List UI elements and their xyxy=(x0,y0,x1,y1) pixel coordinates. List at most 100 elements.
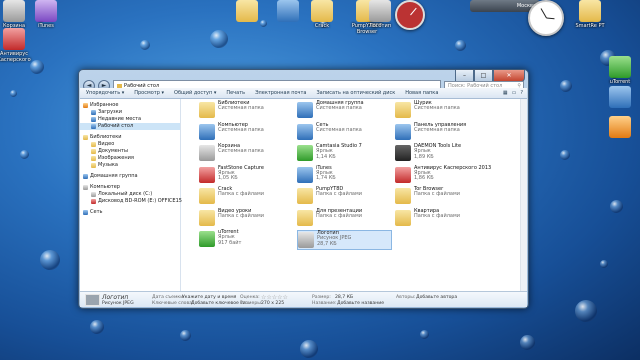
view-options-icon[interactable]: ▦ xyxy=(503,90,508,96)
file-meta: Системная папка xyxy=(218,126,264,133)
file-item[interactable]: Панель управления Системная папка xyxy=(395,122,490,143)
nav-item[interactable]: Локальный диск (C:) xyxy=(80,191,180,198)
water-drop xyxy=(140,40,150,50)
app-icon xyxy=(3,0,25,22)
nav-icon xyxy=(83,185,88,190)
toolbar-button[interactable]: Просмотр ▾ xyxy=(134,90,164,96)
toolbar-button[interactable]: Печать xyxy=(226,90,245,96)
preview-pane-icon[interactable]: ▭ xyxy=(512,90,517,96)
file-item[interactable]: Компьютер Системная папка xyxy=(199,122,294,143)
file-item[interactable]: Корзина Системная папка xyxy=(199,143,294,164)
toolbar-button[interactable]: Новая папка xyxy=(405,90,438,96)
file-item[interactable]: Логотип Рисунок JPEG 28,7 КБ xyxy=(297,230,392,250)
file-item[interactable]: Шурик Системная папка xyxy=(395,100,490,121)
desktop-icon[interactable] xyxy=(225,0,269,23)
file-meta: 1,74 КБ xyxy=(316,175,336,182)
nav-item[interactable]: Загрузки xyxy=(80,109,180,116)
file-icon xyxy=(395,145,411,161)
file-item[interactable]: Для презентации Папка с файлами xyxy=(297,208,392,229)
help-icon[interactable]: ? xyxy=(520,90,523,96)
toolbar-button[interactable]: Упорядочить ▾ xyxy=(86,90,124,96)
water-drop xyxy=(20,150,29,159)
file-item[interactable]: Видео уроки Папка с файлами xyxy=(199,208,294,229)
desktop-icon-label: uTorrent xyxy=(609,79,631,85)
toolbar-button[interactable]: Общий доступ ▾ xyxy=(174,90,216,96)
file-item[interactable]: PumpYT8D Папка с файлами xyxy=(297,186,392,207)
desktop-icon[interactable]: SmartRe PT xyxy=(568,0,612,29)
file-text: PumpYT8D Папка с файлами xyxy=(316,186,362,207)
file-icon xyxy=(297,102,313,118)
nav-item[interactable]: Документы xyxy=(80,148,180,155)
nav-group-header[interactable]: Компьютер xyxy=(80,184,180,191)
nav-label: Видео xyxy=(98,141,115,147)
size-label: Размер: xyxy=(312,295,331,300)
desktop-icon-label: Антивирус Касперского xyxy=(0,51,31,63)
water-drop xyxy=(610,200,623,213)
app-icon xyxy=(579,0,601,22)
nav-group-header[interactable]: Избранное xyxy=(80,102,180,109)
file-icon xyxy=(199,209,215,226)
nav-group-header[interactable]: Библиотеки xyxy=(80,134,180,141)
date-value[interactable]: Укажите дату и время xyxy=(182,295,236,300)
file-text: FastStone Capture Ярлык 1,05 КБ xyxy=(218,165,264,186)
nav-item[interactable]: Изображения xyxy=(80,155,180,162)
rating-stars[interactable]: ☆☆☆☆☆ xyxy=(261,294,288,301)
desktop-icon[interactable]: Антивирус Касперского xyxy=(0,28,36,63)
title-value[interactable]: Добавьте название xyxy=(337,301,384,306)
file-icon xyxy=(199,102,215,118)
file-icon xyxy=(199,166,215,183)
nav-item[interactable]: Рабочий стол xyxy=(80,123,180,130)
file-item[interactable]: uTorrent Ярлык 917 байт xyxy=(199,229,294,250)
file-text: Антивирус Касперского 2013 Ярлык 1,86 КБ xyxy=(414,165,491,186)
scrollbar[interactable] xyxy=(520,99,527,292)
file-icon xyxy=(199,231,215,247)
file-item[interactable]: Crack Папка с файлами xyxy=(199,186,294,207)
toolbar-button[interactable]: Электронная почта xyxy=(255,90,306,96)
file-text: Tor Browser Папка с файлами xyxy=(414,186,460,207)
file-text: Логотип Рисунок JPEG 28,7 КБ xyxy=(317,230,351,249)
file-item[interactable]: iTunes Ярлык 1,74 КБ xyxy=(297,165,392,186)
desktop-icon[interactable] xyxy=(598,86,640,109)
file-icon xyxy=(297,166,313,183)
nav-item[interactable]: Дисковод BD-ROM (E:) OFFICE15 xyxy=(80,198,182,205)
nav-icon xyxy=(91,199,96,204)
file-item[interactable]: FastStone Capture Ярлык 1,05 КБ xyxy=(199,165,294,186)
authors-value[interactable]: Добавьте автора xyxy=(416,295,457,300)
nav-icon xyxy=(91,156,96,161)
nav-item[interactable]: Видео xyxy=(80,141,180,148)
file-item[interactable]: Сеть Системная папка xyxy=(297,122,392,143)
nav-group-header[interactable]: Сеть xyxy=(80,209,180,216)
file-text: Квартира Папка с файлами xyxy=(414,208,460,229)
desktop-icon[interactable]: Crack xyxy=(300,0,344,29)
file-item[interactable]: Домашняя группа Системная папка xyxy=(297,100,392,121)
file-text: Компьютер Системная папка xyxy=(218,122,264,143)
file-item[interactable]: Антивирус Касперского 2013 Ярлык 1,86 КБ xyxy=(395,165,491,186)
nav-label: Загрузки xyxy=(98,109,122,115)
nav-label: Изображения xyxy=(98,155,134,161)
file-item[interactable]: Camtasia Studio 7 Ярлык 1,14 КБ xyxy=(297,143,392,164)
nav-item[interactable]: Музыка xyxy=(80,162,180,169)
file-item[interactable]: Библиотеки Системная папка xyxy=(199,100,294,121)
nav-item[interactable]: Недавние места xyxy=(80,116,180,123)
nav-icon xyxy=(91,149,96,154)
water-drop xyxy=(10,90,17,97)
file-meta: 1,05 КБ xyxy=(218,175,238,182)
desktop-icon[interactable]: uTorrent xyxy=(598,56,640,85)
details-file-name: Логотип xyxy=(102,294,129,301)
desktop-icon-label: Логотип xyxy=(369,23,391,29)
nav-group-header[interactable]: Домашняя группа xyxy=(80,173,180,180)
toolbar-button[interactable]: Записать на оптический диск xyxy=(316,90,395,96)
app-icon xyxy=(311,0,333,22)
nav-label: Сеть xyxy=(90,209,103,215)
file-text: DAEMON Tools Lite Ярлык 1,89 КБ xyxy=(414,143,461,164)
file-item[interactable]: DAEMON Tools Lite Ярлык 1,89 КБ xyxy=(395,143,490,164)
file-text: Видео уроки Папка с файлами xyxy=(218,208,264,229)
file-icon xyxy=(199,123,215,140)
desktop-icon[interactable] xyxy=(598,116,640,139)
file-item[interactable]: Квартира Папка с файлами xyxy=(395,208,490,229)
file-icon xyxy=(395,166,411,183)
file-item[interactable]: Tor Browser Папка с файлами xyxy=(395,186,490,207)
app-icon xyxy=(609,116,631,138)
file-text: Camtasia Studio 7 Ярлык 1,14 КБ xyxy=(316,143,362,164)
desktop-icon[interactable]: iTunes xyxy=(24,0,68,29)
